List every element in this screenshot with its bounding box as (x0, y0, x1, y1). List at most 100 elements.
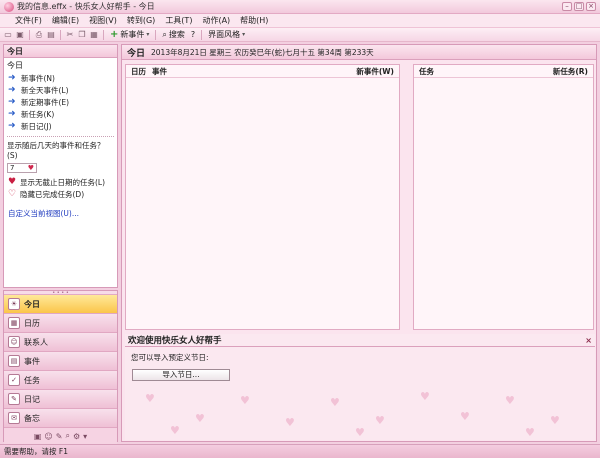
search-label: 搜索 (168, 30, 185, 39)
tasks-icon: ✓ (8, 374, 20, 386)
toolbar-divider (201, 29, 203, 40)
toolbar-divider (155, 29, 157, 40)
option-hide-completed-tasks[interactable]: ♡ 隐藏已完成任务(D) (4, 188, 117, 200)
skin-label: 界面风格 (208, 30, 241, 39)
nav-item-calendar[interactable]: ▦ 日历 (4, 314, 117, 333)
heart-icon: ♥ (460, 410, 470, 423)
days-ahead-question: 显示随后几天的事件和任务？(S) (7, 141, 105, 160)
nav-item-tasks[interactable]: ✓ 任务 (4, 371, 117, 390)
window-title: 我的信息.effx - 快乐女人好帮手 - 今日 (17, 2, 155, 11)
arrow-right-icon: ➜ (8, 96, 16, 107)
nav-item-contacts[interactable]: ☺ 联系人 (4, 333, 117, 352)
close-icon[interactable]: × (585, 336, 592, 345)
panel-divider (7, 136, 114, 137)
menu-tools[interactable]: 工具(T) (160, 14, 197, 28)
today-header: 今日 2013年8月21日 星期三 农历癸巳年(蛇)七月十五 第34周 第233… (122, 45, 596, 60)
arrow-right-icon: ➜ (8, 84, 16, 95)
nav-shortcuts-bar: ▣ ☺ ✎ ⌕ ⚙ ▾ (4, 428, 117, 444)
nav-label: 日记 (24, 394, 40, 404)
welcome-text: 您可以导入预定义节日: (131, 353, 209, 362)
close-button[interactable]: × (586, 2, 596, 11)
tasks-pane-header: 任务 新任务(R) (414, 65, 593, 78)
nav-label: 日历 (24, 318, 40, 328)
chevron-down-icon: ▾ (146, 31, 150, 38)
heart-icon: ♥ (355, 426, 365, 439)
new-task-link[interactable]: 新任务(R) (553, 66, 588, 77)
arrow-right-icon: ➜ (8, 120, 16, 131)
nav-item-memo[interactable]: ✉ 备忘 (4, 409, 117, 428)
customize-view-link[interactable]: 自定义当前视图(U)... (4, 200, 117, 219)
action-new-allday-event[interactable]: ➜ 新全天事件(L) (8, 84, 117, 96)
toolbar: ▭ ▣ ⎙ ▤ ✂ ❐ ▦ + 新事件 ▾ ⌕ 搜索 ? 界面风格 ▾ (0, 28, 600, 42)
heart-icon: ♥ (170, 424, 180, 437)
action-new-event[interactable]: ➜ 新事件(N) (8, 72, 117, 84)
events-pane-header: 日历 事件 新事件(W) (126, 65, 399, 78)
import-holidays-button[interactable]: 导入节日... (132, 369, 230, 381)
action-label: 新任务(K) (21, 109, 55, 119)
menu-actions[interactable]: 动作(A) (197, 14, 235, 28)
new-event-button[interactable]: + 新事件 ▾ (108, 29, 151, 40)
print-icon[interactable]: ⎙ (34, 30, 44, 40)
help-button[interactable]: ? (189, 30, 197, 39)
minimize-button[interactable]: – (562, 2, 572, 11)
action-new-diary[interactable]: ➜ 新日记(J) (8, 120, 117, 132)
option-show-no-due-tasks[interactable]: ♥ 显示无截止日期的任务(L) (4, 176, 117, 188)
menu-file[interactable]: 文件(F) (10, 14, 47, 28)
column-task: 任务 (419, 66, 434, 76)
menu-go[interactable]: 转到(G) (122, 14, 160, 28)
heart-icon: ♥ (145, 392, 155, 405)
quick-actions-list: ➜ 新事件(N) ➜ 新全天事件(L) ➜ 新定期事件(E) ➜ 新任务(K) ➜ 新日记… (4, 72, 117, 132)
date-info: 2013年8月21日 星期三 农历癸巳年(蛇)七月十五 第34周 第233天 (151, 47, 374, 57)
events-icon: ▤ (8, 355, 20, 367)
column-calendar: 日历 (131, 66, 146, 76)
contacts-icon: ☺ (8, 336, 20, 348)
chevron-down-icon[interactable]: ▾ (83, 432, 87, 441)
menu-help[interactable]: 帮助(H) (235, 14, 273, 28)
cut-icon[interactable]: ✂ (65, 30, 75, 40)
welcome-header: 欢迎使用快乐女人好帮手 × (125, 334, 595, 347)
search-button[interactable]: ⌕ 搜索 (160, 29, 186, 40)
status-bar: 需要帮助，请按 F1 (0, 444, 600, 458)
heart-icon: ♥ (195, 412, 205, 425)
toolbar-divider (29, 29, 30, 40)
action-label: 新事件(N) (21, 73, 55, 83)
copy-icon[interactable]: ❐ (77, 30, 87, 40)
calendar-icon: ▦ (8, 317, 20, 329)
menu-view[interactable]: 视图(V) (84, 14, 122, 28)
heart-icon: ♥ (550, 414, 560, 427)
action-label: 新定期事件(E) (21, 97, 70, 107)
settings-shortcut-icon[interactable]: ⚙ (73, 432, 80, 441)
nav-label: 事件 (24, 356, 40, 366)
calendar-shortcut-icon[interactable]: ▣ (34, 432, 42, 441)
nav-label: 备忘 (24, 413, 40, 423)
new-document-icon[interactable]: ▭ (3, 30, 13, 40)
column-event: 事件 (152, 66, 167, 76)
new-event-link[interactable]: 新事件(W) (356, 66, 394, 77)
nav-item-diary[interactable]: ✎ 日记 (4, 390, 117, 409)
chevron-down-icon: ▾ (242, 31, 246, 38)
open-folder-icon[interactable]: ▣ (15, 30, 25, 40)
nav-item-today[interactable]: ☀ 今日 (4, 295, 117, 314)
welcome-panel: 欢迎使用快乐女人好帮手 × 您可以导入预定义节日: 导入节日... ♥ ♥ ♥ … (125, 334, 595, 440)
welcome-title: 欢迎使用快乐女人好帮手 (128, 336, 222, 346)
paste-icon[interactable]: ▦ (89, 30, 99, 40)
skin-button[interactable]: 界面风格 ▾ (206, 29, 247, 40)
decorative-hearts: ♥ ♥ ♥ ♥ ♥ ♥ ♥ ♥ ♥ ♥ ♥ ♥ ♥ (125, 384, 595, 440)
note-shortcut-icon[interactable]: ✎ (56, 432, 63, 441)
contacts-shortcut-icon[interactable]: ☺ (44, 432, 52, 441)
nav-label: 今日 (24, 299, 40, 309)
nav-item-events[interactable]: ▤ 事件 (4, 352, 117, 371)
action-new-recurring-event[interactable]: ➜ 新定期事件(E) (8, 96, 117, 108)
search-shortcut-icon[interactable]: ⌕ (65, 431, 69, 441)
heart-dropdown-icon[interactable]: ♥ (28, 164, 34, 172)
toolbar-divider (103, 29, 104, 40)
heart-icon: ♥ (285, 416, 295, 429)
maximize-button[interactable]: □ (574, 2, 584, 11)
navigation-panel: • • • • ☀ 今日 ▦ 日历 ☺ 联系人 ▤ 事件 ✓ 任务 ✎ 日记 ✉ 备忘 ▣ ☺… (3, 290, 118, 444)
page-title: 今日 (127, 48, 146, 59)
menu-edit[interactable]: 编辑(E) (47, 14, 84, 28)
print-preview-icon[interactable]: ▤ (46, 30, 56, 40)
arrow-right-icon: ➜ (8, 72, 16, 83)
action-new-task[interactable]: ➜ 新任务(K) (8, 108, 117, 120)
days-ahead-input[interactable]: 7 ♥ (7, 163, 37, 173)
